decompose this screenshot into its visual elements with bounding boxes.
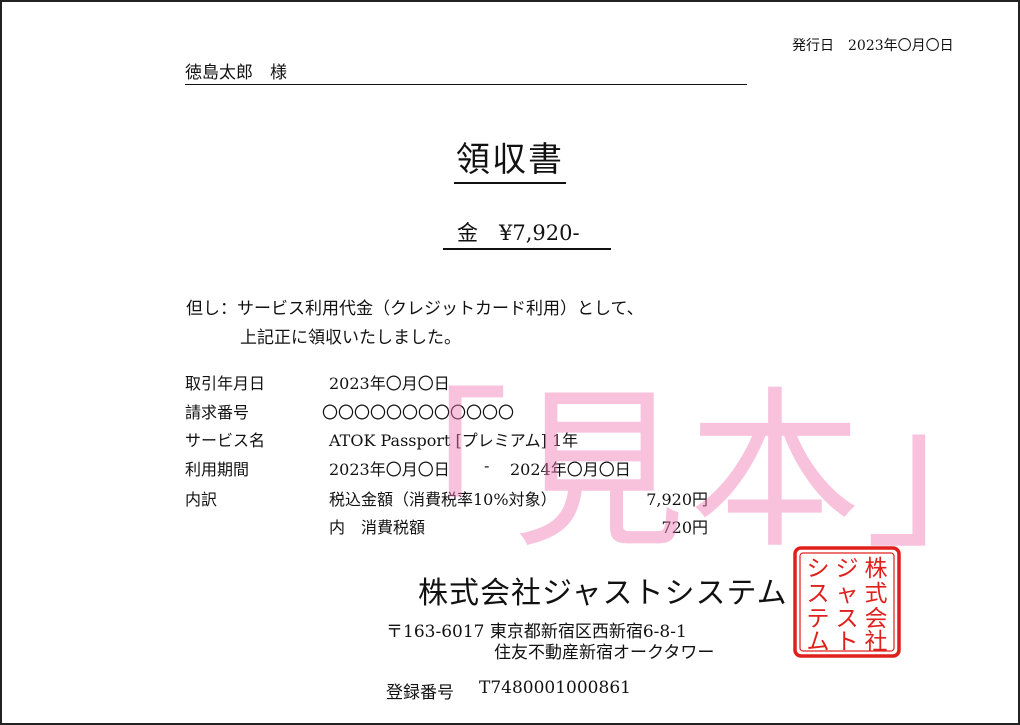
period-label: 利用期間 xyxy=(185,460,250,479)
company-seal-stamp: 株式会社ジャストシステム xyxy=(793,546,901,658)
issuer-company-name: 株式会社ジャストシステム xyxy=(418,576,788,611)
service-name-value: ATOK Passport [プレミアム] 1年 xyxy=(329,431,579,450)
consumption-tax-value: 720円 xyxy=(661,518,708,537)
transaction-date-value: 2023年〇月〇日 xyxy=(329,374,450,393)
period-start: 2023年〇月〇日 xyxy=(329,460,450,479)
seal-glyph: シ xyxy=(807,556,830,582)
consumption-tax-label: 内 消費税額 xyxy=(329,518,426,537)
receipt-note-line1: 但し：サービス利用代金（クレジットカード利用）として、 xyxy=(186,299,644,319)
issuer-address-line2: 住友不動産新宿オークタワー xyxy=(494,643,715,663)
seal-glyph: ム xyxy=(807,629,830,655)
tax-included-label: 税込金額（消費税率10%対象） xyxy=(329,490,557,509)
seal-glyph: 社 xyxy=(865,629,888,655)
breakdown-label: 内訳 xyxy=(185,490,218,509)
seal-glyph: ト xyxy=(836,629,859,655)
seal-glyph: 株 xyxy=(865,556,888,582)
service-name-label: サービス名 xyxy=(185,431,266,450)
receipt-amount: 金 ¥7,920- xyxy=(443,217,611,250)
issue-date: 発行日 2023年〇月〇日 xyxy=(792,38,954,54)
document-title: 領収書 xyxy=(454,140,566,184)
period-end: 2024年〇月〇日 xyxy=(510,460,631,479)
seal-glyph: ジ xyxy=(836,556,859,582)
registration-number-label: 登録番号 xyxy=(386,683,454,703)
document-title-wrap: 領収書 xyxy=(2,132,1018,184)
receipt-document: 発行日 2023年〇月〇日 徳島太郎 様 領収書 金 ¥7,920- 但し：サー… xyxy=(0,0,1020,725)
period-dash: - xyxy=(484,456,490,475)
receipt-note-line2: 上記正に領収いたしました。 xyxy=(240,328,461,348)
seal-glyph: ャ xyxy=(836,581,859,607)
transaction-date-label: 取引年月日 xyxy=(185,374,266,393)
tax-included-value: 7,920円 xyxy=(646,490,708,509)
registration-number-value: T7480001000861 xyxy=(479,678,631,698)
invoice-number-value: 〇〇〇〇〇〇〇〇〇〇〇〇 xyxy=(322,403,515,422)
recipient-name: 徳島太郎 様 xyxy=(185,58,747,85)
seal-glyph: ス xyxy=(807,581,830,607)
invoice-number-label: 請求番号 xyxy=(185,403,250,422)
seal-glyph: 式 xyxy=(865,581,888,607)
